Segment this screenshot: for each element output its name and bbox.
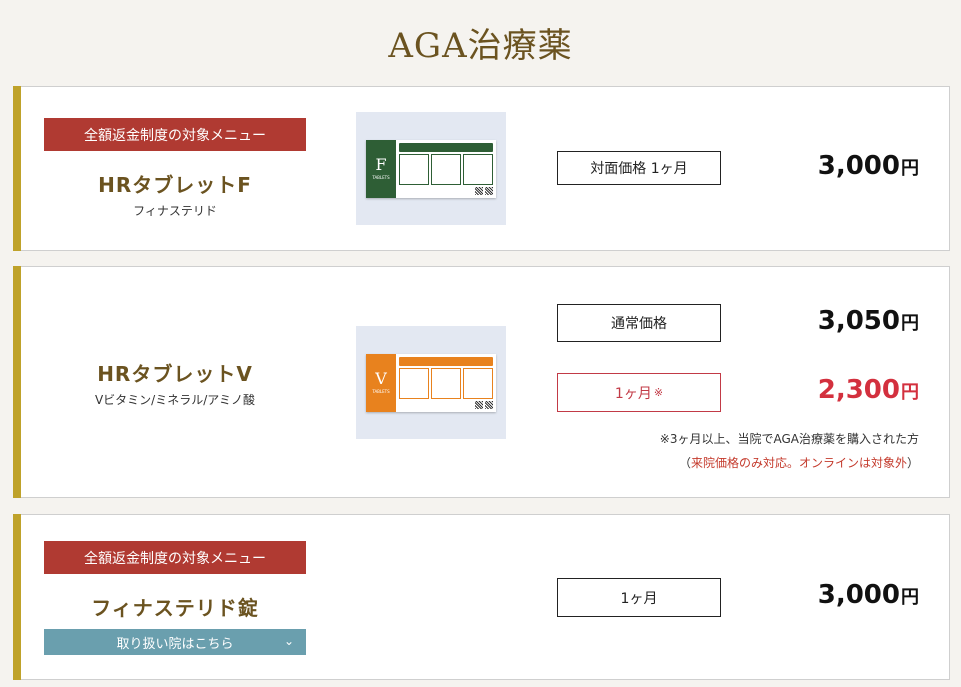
product-ingredient: フィナステリド: [133, 204, 217, 218]
package-row: [399, 367, 493, 399]
price-label: 1ヶ月: [557, 578, 721, 617]
note-paren-close: ）: [906, 456, 919, 470]
package-row: [399, 153, 493, 185]
price-value: 3,000円: [818, 580, 919, 610]
price-amount: 3,050: [817, 306, 900, 336]
note-red-text: 来院価格のみ対応。オンラインは対象外: [690, 456, 907, 470]
package-cell: [431, 153, 461, 185]
discount-price-label: 1ヶ月 ※: [557, 373, 721, 412]
product-name: フィナステリド錠: [91, 596, 259, 620]
package-cell: [431, 367, 461, 399]
product-name: HRタブレットV: [97, 362, 253, 386]
price-amount: 2,300: [817, 375, 900, 405]
price-amount: 3,000: [817, 151, 900, 181]
package-cell: [463, 367, 493, 399]
package-face: [396, 354, 496, 412]
refund-badge: 全額返金制度の対象メニュー: [44, 541, 306, 574]
package-footer: [399, 186, 493, 195]
regular-price-value: 3,050円: [818, 306, 919, 336]
price-amount: 3,000: [817, 580, 900, 610]
qr-icon: [485, 186, 493, 195]
price-label: 対面価格 1ヶ月: [557, 151, 721, 185]
package-illustration: F TABLETS: [366, 139, 496, 198]
qr-icon: [475, 400, 483, 409]
package-letter: V: [375, 369, 387, 388]
package-cell: [399, 367, 429, 399]
package-side: V TABLETS: [366, 353, 396, 412]
product-image: F TABLETS: [356, 112, 506, 225]
package-band: [399, 142, 493, 152]
package-letter: F: [375, 155, 387, 174]
package-footer: [399, 400, 493, 409]
discount-price-value: 2,300円: [818, 375, 919, 405]
clinic-list-button-label: 取り扱い院はこちら: [116, 636, 234, 652]
product-card-hr-tablet-f: 全額返金制度の対象メニュー HRタブレットF フィナステリド F TABLETS…: [13, 86, 950, 251]
product-card-hr-tablet-v: HRタブレットV Vビタミン/ミネラル/アミノ酸 V TABLETS 通常価格 …: [13, 266, 950, 498]
price-value: 3,000円: [818, 151, 919, 181]
package-cell: [463, 153, 493, 185]
chevron-down-icon: ⌄: [283, 634, 294, 648]
note-paren-open: （: [678, 456, 691, 470]
refund-badge: 全額返金制度の対象メニュー: [44, 118, 306, 151]
package-face: [396, 140, 496, 198]
asterisk-mark: ※: [653, 386, 664, 399]
product-ingredient: Vビタミン/ミネラル/アミノ酸: [94, 393, 256, 407]
package-side: F TABLETS: [366, 139, 396, 198]
regular-price-label: 通常価格: [557, 304, 721, 342]
price-unit: 円: [901, 382, 919, 403]
package-caption: TABLETS: [372, 175, 390, 180]
price-unit: 円: [901, 313, 919, 334]
product-name: HRタブレットF: [98, 173, 252, 197]
price-unit: 円: [901, 587, 919, 608]
discount-condition-note: ※3ヶ月以上、当院でAGA治療薬を購入された方: [659, 432, 919, 446]
discount-label-text: 1ヶ月: [614, 385, 652, 402]
page-title: AGA治療薬: [388, 26, 573, 66]
package-cell: [399, 153, 429, 185]
price-unit: 円: [901, 158, 919, 179]
product-card-finasteride: 全額返金制度の対象メニュー フィナステリド錠 取り扱い院はこちら ⌄ 1ヶ月 3…: [13, 514, 950, 680]
qr-icon: [485, 400, 493, 409]
package-band: [399, 356, 493, 366]
package-caption: TABLETS: [372, 389, 390, 394]
product-image: V TABLETS: [356, 326, 506, 439]
clinic-list-button[interactable]: 取り扱い院はこちら ⌄: [44, 629, 306, 655]
discount-restriction-note: （来院価格のみ対応。オンラインは対象外）: [679, 454, 919, 471]
package-illustration: V TABLETS: [366, 353, 496, 412]
qr-icon: [475, 186, 483, 195]
